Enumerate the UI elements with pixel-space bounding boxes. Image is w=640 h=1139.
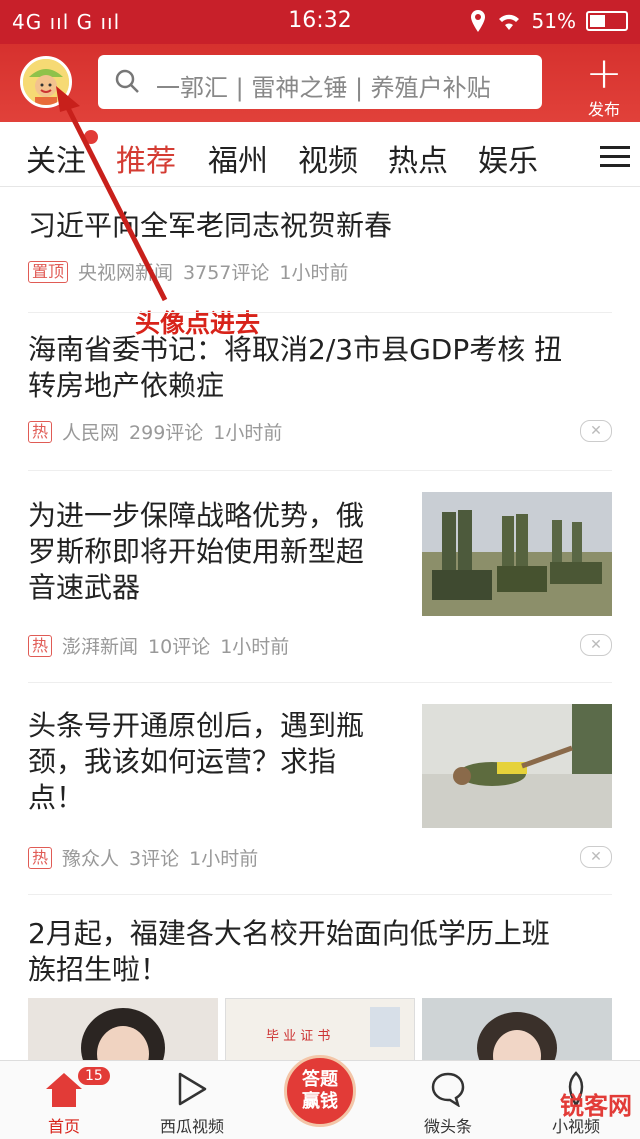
- news-title-line: 转房地产依赖症: [28, 369, 225, 402]
- portrait-image: [28, 998, 218, 1062]
- search-icon: [115, 69, 139, 93]
- dismiss-icon[interactable]: ✕: [580, 420, 612, 442]
- user-avatar[interactable]: [20, 56, 72, 108]
- play-icon: [178, 1072, 207, 1106]
- news-comments: 3757评论: [183, 262, 270, 284]
- tab-recommend[interactable]: 推荐: [116, 136, 176, 180]
- dismiss-icon[interactable]: ✕: [580, 634, 612, 656]
- nav-label: 首页: [47, 1117, 80, 1136]
- nav-home[interactable]: 15 首页: [0, 1061, 128, 1139]
- nav-label: 微头条: [423, 1117, 472, 1136]
- tab-entertainment[interactable]: 娱乐: [478, 136, 538, 180]
- divider: [28, 470, 612, 471]
- publish-label: 发布: [587, 100, 620, 119]
- battery-icon: [586, 11, 628, 31]
- news-title-line: 海南省委书记：将取消2/3市县GDP考核 扭: [28, 333, 563, 366]
- wifi-icon: [498, 14, 519, 30]
- nav-micro-headline[interactable]: 微头条: [384, 1061, 512, 1139]
- menu-icon[interactable]: [600, 140, 630, 173]
- search-box[interactable]: 一郭汇 | 雷神之锤 | 养殖户补贴: [98, 55, 542, 109]
- chat-bubble-icon: [431, 1072, 465, 1107]
- battery-text: 51%: [531, 9, 576, 33]
- news-title: 习近平向全军老同志祝贺新春: [28, 209, 393, 242]
- publish-button[interactable]: + 发布: [576, 52, 632, 120]
- news-source: 豫众人: [62, 848, 120, 870]
- news-source: 央视网新闻: [78, 262, 174, 284]
- missile-launcher-image: [422, 492, 612, 616]
- location-icon: [470, 10, 485, 32]
- divider: [28, 312, 612, 313]
- top-header: 一郭汇 | 雷神之锤 | 养殖户补贴 + 发布: [0, 44, 640, 122]
- news-title-line: 族招生啦！: [28, 953, 169, 986]
- news-title-line: 音速武器: [28, 571, 141, 604]
- status-bar: 4G ııl G ııl 16:32 51%: [0, 0, 640, 44]
- bottom-nav: 15 首页 西瓜视频 答题 赢钱 微头条 小视频: [0, 1055, 640, 1139]
- portrait-image: [422, 998, 612, 1062]
- quiz-reward-button[interactable]: 答题 赢钱: [284, 1055, 356, 1127]
- news-comments: 3评论: [129, 848, 180, 870]
- new-dot: [84, 130, 98, 144]
- diploma-text: 毕 业 证 书: [266, 1029, 331, 1044]
- person-lying-image: [422, 704, 612, 828]
- diploma-photo: [370, 1007, 400, 1047]
- plus-icon: +: [585, 48, 623, 99]
- tab-follow[interactable]: 关注: [26, 136, 86, 180]
- news-time: 1小时前: [213, 422, 283, 444]
- hot-badge: 热: [28, 420, 53, 443]
- hot-badge: 热: [28, 634, 53, 657]
- news-time: 1小时前: [189, 848, 259, 870]
- news-title-line: 罗斯称即将开始使用新型超: [28, 535, 365, 568]
- nav-xigua-video[interactable]: 西瓜视频: [128, 1061, 256, 1139]
- news-title-line: 头条号开通原创后，遇到瓶: [28, 709, 365, 742]
- news-comments: 10评论: [148, 636, 211, 658]
- tab-hot[interactable]: 热点: [388, 136, 448, 180]
- pinned-badge: 置顶: [28, 260, 69, 283]
- nav-label: 西瓜视频: [159, 1117, 224, 1136]
- notification-badge: 15: [78, 1067, 110, 1085]
- news-comments: 299评论: [129, 422, 204, 444]
- divider: [28, 894, 612, 895]
- search-placeholder: 一郭汇 | 雷神之锤 | 养殖户补贴: [156, 74, 491, 102]
- watermark: 锐客网: [560, 1092, 632, 1120]
- news-title-line: 颈，我该如何运营？求指: [28, 745, 337, 778]
- channel-tabs: 关注 推荐 福州 视频 热点 娱乐: [0, 122, 640, 187]
- news-title-line: 2月起，福建各大名校开始面向低学历上班: [28, 917, 550, 950]
- news-title-line: 点！: [28, 781, 85, 814]
- news-title-line: 为进一步保障战略优势，俄: [28, 499, 365, 532]
- divider: [28, 682, 612, 683]
- tab-video[interactable]: 视频: [298, 136, 358, 180]
- news-time: 1小时前: [220, 636, 290, 658]
- news-source: 澎湃新闻: [62, 636, 139, 658]
- news-time: 1小时前: [279, 262, 349, 284]
- hot-badge: 热: [28, 846, 53, 869]
- tab-fuzhou[interactable]: 福州: [208, 136, 268, 180]
- diploma-image: 毕 业 证 书: [225, 998, 415, 1062]
- quiz-label: 答题: [302, 1069, 338, 1090]
- dismiss-icon[interactable]: ✕: [580, 846, 612, 868]
- reward-label: 赢钱: [302, 1091, 338, 1112]
- news-source: 人民网: [62, 422, 120, 444]
